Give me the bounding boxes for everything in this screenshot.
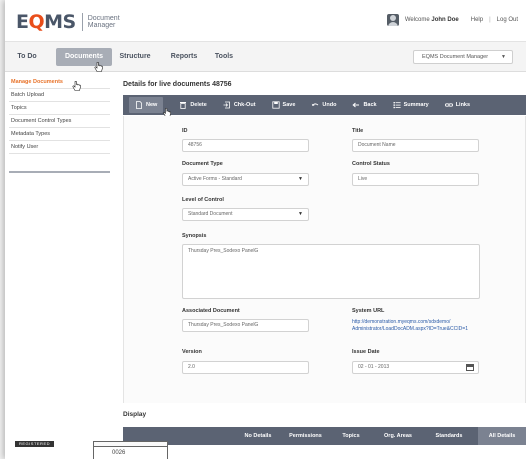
calendar-icon[interactable] [466,364,474,371]
welcome-text: Welcome John Doe [404,17,459,23]
links-button[interactable]: Links [444,98,471,112]
checkout-label: Chk-Out [233,102,256,108]
save-label: Save [282,102,296,108]
checkout-icon [223,101,230,109]
chevron-down-icon: ▼ [298,176,303,182]
app-header: EQMS Document Manager Welcome John Doe H… [5,0,526,42]
user-name: John Doe [431,17,459,23]
tab-reports[interactable]: Reports [169,48,199,66]
sidebar-item-notify-user[interactable]: Notify User [9,141,110,154]
links-label: Links [455,102,471,108]
app-selector[interactable]: EQMS Document Manager ▼ [413,50,513,64]
stamp-divider [93,447,94,459]
system-url-label: System URL [352,308,385,314]
version-field[interactable]: 2.0 [182,361,309,374]
synopsis-textarea[interactable]: Thursday Pres_Sodexo PanelG [182,244,480,299]
document-type-select[interactable]: Active Forms - Standard ▼ [182,173,309,186]
new-label: New [146,102,158,108]
summary-button[interactable]: Summary [393,98,429,112]
sidebar-item-batch-upload[interactable]: Batch Upload [9,89,110,102]
document-details-panel: ID 48756 Title Document Name Document Ty… [123,116,526,403]
page-title: Details for live documents 48756 [123,81,232,88]
sidebar-item-metadata-types[interactable]: Metadata Types [9,128,110,141]
display-section-title: Display [123,411,147,418]
link-icon [444,103,453,107]
tab-topics[interactable]: Topics [336,427,366,445]
tab-standards[interactable]: Standards [429,427,469,445]
sidebar-item-topics[interactable]: Topics [9,102,110,115]
chevron-down-icon: ▼ [298,211,303,217]
arrow-left-icon [352,102,360,108]
new-document-icon [136,101,142,109]
sidebar-item-manage-documents[interactable]: Manage Documents [9,76,110,89]
help-link[interactable]: Help [471,17,483,23]
delete-label: Delete [190,102,207,108]
trash-icon [180,102,187,109]
stamp-box [93,441,168,447]
tab-no-details[interactable]: No Details [235,427,281,445]
tab-tools[interactable]: Tools [213,48,235,66]
list-icon [393,102,401,109]
user-avatar-icon [386,14,399,26]
main-nav: To Do Documents Structure Reports Tools … [5,42,526,72]
tab-to-do[interactable]: To Do [13,48,41,66]
hand-cursor-icon [72,81,81,91]
id-label: ID [182,128,188,134]
back-label: Back [363,102,377,108]
document-toolbar: New Delete Chk-Out Save Undo Back Summar… [123,95,526,115]
hand-cursor-icon [94,62,103,72]
save-button[interactable]: Save [271,98,296,112]
registered-stamp: REGISTERED [15,441,55,447]
tab-structure[interactable]: Structure [117,48,153,66]
sidebar-item-document-control-types[interactable]: Document Control Types [9,115,110,128]
tab-org-areas[interactable]: Org. Areas [377,427,419,445]
logo-wordmark: EQMS [16,11,76,33]
level-of-control-select[interactable]: Standard Document ▼ [182,208,309,221]
issue-date-field[interactable]: 02 - 01 - 2013 [352,361,479,374]
back-button[interactable]: Back [352,98,377,112]
tab-all-details[interactable]: All Details [478,427,526,445]
logo-subtitle: Document Manager [87,15,120,29]
control-status-label: Control Status [352,161,390,167]
header-separator: | [489,17,491,23]
eqms-logo[interactable]: EQMS Document Manager [16,11,120,33]
tab-permissions[interactable]: Permissions [283,427,328,445]
associated-document-label: Associated Document [182,308,240,314]
checkout-button[interactable]: Chk-Out [223,98,256,112]
delete-button[interactable]: Delete [179,98,207,112]
synopsis-label: Synopsis [182,233,207,239]
issue-date-label: Issue Date [352,349,380,355]
sidebar-divider [9,171,110,173]
new-button[interactable]: New [129,97,164,113]
stamp-number: 0026 [112,450,126,456]
chevron-down-icon: ▼ [501,54,506,60]
logo-divider [81,13,83,31]
floppy-disk-icon [271,101,280,109]
system-url-link[interactable]: http://demonstration.myeqms.com/sdxdemo/… [352,319,468,332]
document-type-label: Document Type [182,161,223,167]
sidebar: Manage Documents Batch Upload Topics Doc… [9,76,110,173]
display-tabs: No Details Permissions Topics Org. Areas… [123,427,526,445]
user-area: Welcome John Doe Help | Log Out [386,14,518,26]
stamp-divider [167,441,168,459]
summary-label: Summary [403,102,429,108]
undo-button[interactable]: Undo [311,98,336,112]
undo-icon [312,103,319,106]
title-field[interactable]: Document Name [352,139,479,152]
tab-documents[interactable]: Documents [56,48,112,66]
associated-document-field[interactable]: Thursday Pres_Sodexo PanelG [182,319,309,332]
app-window: EQMS Document Manager Welcome John Doe H… [5,0,526,459]
level-of-control-label: Level of Control [182,197,224,203]
title-label: Title [352,128,364,134]
version-label: Version [182,349,202,355]
id-field[interactable]: 48756 [182,139,309,152]
undo-label: Undo [322,102,337,108]
control-status-field[interactable]: Live [352,173,479,186]
logout-link[interactable]: Log Out [497,17,518,23]
